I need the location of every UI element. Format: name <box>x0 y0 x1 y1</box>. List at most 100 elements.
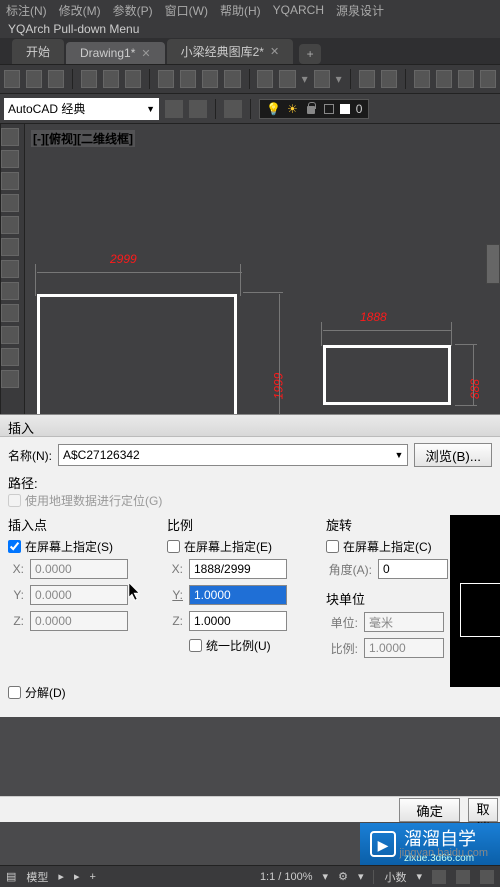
line-icon[interactable] <box>1 128 19 146</box>
redo-icon[interactable] <box>279 70 295 88</box>
scale-x-input[interactable] <box>189 559 287 579</box>
paste-icon[interactable] <box>202 70 218 88</box>
viewport-label[interactable]: [-][俯视][二维线框] <box>31 130 135 147</box>
menu-item-source[interactable]: 源泉设计 <box>336 2 384 19</box>
menu-item-window[interactable]: 窗口(W) <box>165 2 208 19</box>
yqarch-pulldown[interactable]: YQArch Pull-down Menu <box>0 20 500 38</box>
browse-button[interactable]: 浏览(B)... <box>414 443 492 467</box>
uniform-scale-checkbox[interactable]: 统一比例(U) <box>189 637 312 654</box>
watermark: jingyan.baidu.com <box>399 847 488 859</box>
workspace-row: AutoCAD 经典▼ 💡 ☀ 0 <box>0 94 500 124</box>
dim-icon[interactable] <box>1 282 19 300</box>
scale-onscreen-checkbox[interactable]: 在屏幕上指定(E) <box>167 538 312 555</box>
open-icon[interactable] <box>26 70 42 88</box>
unit-input <box>364 612 444 632</box>
rectangle-2[interactable] <box>323 345 451 405</box>
rect-icon[interactable] <box>1 216 19 234</box>
left-tool-strip <box>1 124 25 450</box>
factor-input <box>364 638 444 658</box>
layer-color-icon[interactable] <box>340 104 350 114</box>
play-icon: ▶ <box>370 831 396 857</box>
rotate-onscreen-input[interactable] <box>326 540 339 553</box>
block-icon[interactable] <box>1 348 19 366</box>
status-icon1[interactable] <box>432 870 446 884</box>
point-icon[interactable] <box>1 326 19 344</box>
menu-item-annotate[interactable]: 标注(N) <box>6 2 47 19</box>
layer-name: 0 <box>356 102 363 116</box>
cut-icon[interactable] <box>158 70 174 88</box>
circle-icon[interactable] <box>1 172 19 190</box>
new-icon[interactable] <box>4 70 20 88</box>
uniform-scale-input[interactable] <box>189 639 202 652</box>
group-scale: 比例 在屏幕上指定(E) X: Y: Z: 统一比例(U) <box>167 515 312 664</box>
dim-rect1-width: 2999 <box>110 252 137 266</box>
menu-item-help[interactable]: 帮助(H) <box>220 2 261 19</box>
plot-icon[interactable] <box>103 70 119 88</box>
layers-icon[interactable] <box>224 100 242 118</box>
cancel-button[interactable]: 取消 <box>468 798 498 822</box>
scale-display[interactable]: 1:1 / 100% <box>260 871 313 883</box>
rectangle-1[interactable] <box>37 294 237 429</box>
explode-checkbox[interactable]: 分解(D) <box>8 684 492 701</box>
copy-icon[interactable] <box>180 70 196 88</box>
tab-start[interactable]: 开始 <box>12 39 64 64</box>
insert-y-input <box>30 585 128 605</box>
angle-input[interactable] <box>378 559 448 579</box>
tab-toggle-icon[interactable]: ▤ <box>6 870 16 883</box>
polyline-icon[interactable] <box>1 150 19 168</box>
decimal-label[interactable]: 小数 <box>384 869 406 885</box>
undo-icon[interactable] <box>257 70 273 88</box>
model-tab[interactable]: 模型 <box>26 869 48 885</box>
scale-onscreen-input[interactable] <box>167 540 180 553</box>
save-icon[interactable] <box>48 70 64 88</box>
add-tab-button[interactable]: + <box>299 44 321 64</box>
more-icon[interactable] <box>1 370 19 388</box>
hatch-icon[interactable] <box>1 238 19 256</box>
tab-library[interactable]: 小梁经典图库2*✕ <box>167 39 294 64</box>
block-name-combo[interactable]: A$C27126342▼ <box>58 444 408 466</box>
props-icon[interactable] <box>414 70 430 88</box>
ok-button[interactable]: 确定 <box>399 798 460 822</box>
drawing-area-wrap: [-][俯视][二维线框] 2999 1999 1888 888 <box>0 124 500 450</box>
use-geo-checkbox[interactable]: 使用地理数据进行定位(G) <box>8 492 492 509</box>
preview-icon[interactable] <box>125 70 141 88</box>
explode-input[interactable] <box>8 686 21 699</box>
menu-item-yqarch[interactable]: YQARCH <box>273 3 324 17</box>
match-icon[interactable] <box>224 70 240 88</box>
menu-item-modify[interactable]: 修改(M) <box>59 2 101 19</box>
status-icon3[interactable] <box>480 870 494 884</box>
status-icon2[interactable] <box>456 870 470 884</box>
redo2-icon[interactable] <box>314 70 330 88</box>
scale-y-input[interactable] <box>189 585 287 605</box>
tab-drawing1[interactable]: Drawing1*✕ <box>66 42 165 64</box>
layer-combo[interactable]: 💡 ☀ 0 <box>259 99 369 119</box>
table-icon[interactable] <box>1 304 19 322</box>
gear-icon[interactable] <box>165 100 183 118</box>
close-icon[interactable]: ✕ <box>141 47 150 60</box>
insert-onscreen-input[interactable] <box>8 540 21 553</box>
lock-icon[interactable] <box>304 102 318 116</box>
insert-onscreen-checkbox[interactable]: 在屏幕上指定(S) <box>8 538 153 555</box>
print-layer-icon[interactable] <box>324 104 334 114</box>
text-icon[interactable] <box>1 260 19 278</box>
wand-icon[interactable] <box>189 100 207 118</box>
gear-icon[interactable]: ⚙ <box>338 870 348 883</box>
zoom-icon[interactable] <box>381 70 397 88</box>
drawing-canvas[interactable]: [-][俯视][二维线框] 2999 1999 1888 888 <box>25 124 500 450</box>
arc-icon[interactable] <box>1 194 19 212</box>
workspace-select[interactable]: AutoCAD 经典▼ <box>4 98 159 120</box>
scrollbar[interactable] <box>486 244 500 284</box>
scale-title: 比例 <box>167 515 312 534</box>
dialog-title: 插入 <box>0 415 500 437</box>
grid-icon[interactable] <box>458 70 474 88</box>
sun-icon[interactable]: ☀ <box>287 102 298 116</box>
menu-item-params[interactable]: 参数(P) <box>113 2 153 19</box>
insert-z-input <box>30 611 128 631</box>
bulb-icon[interactable]: 💡 <box>266 102 281 116</box>
print-icon[interactable] <box>81 70 97 88</box>
pan-icon[interactable] <box>359 70 375 88</box>
sheet-icon[interactable] <box>436 70 452 88</box>
calc-icon[interactable] <box>480 70 496 88</box>
scale-z-input[interactable] <box>189 611 287 631</box>
close-icon[interactable]: ✕ <box>270 45 279 58</box>
